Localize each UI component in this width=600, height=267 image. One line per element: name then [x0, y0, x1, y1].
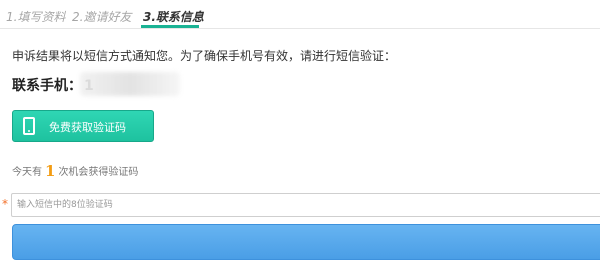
required-asterisk: *	[2, 197, 8, 211]
submit-button[interactable]	[12, 224, 600, 260]
get-sms-code-label: 免费获取验证码	[49, 121, 126, 134]
step-invite-friends[interactable]: 2.邀请好友	[72, 8, 131, 25]
chances-count: 1	[45, 162, 56, 180]
active-step-indicator	[141, 25, 199, 28]
chances-prefix: 今天有	[12, 167, 42, 178]
step-tabs: 1.填写资料 2.邀请好友 3.联系信息	[0, 0, 600, 29]
sms-code-input[interactable]	[11, 193, 600, 217]
mobile-phone-icon	[23, 117, 35, 135]
contact-phone-label: 联系手机：	[12, 78, 82, 94]
sms-notice-text: 申诉结果将以短信方式通知您。为了确保手机号有效，请进行短信验证：	[12, 49, 397, 63]
step-contact-info[interactable]: 3.联系信息	[143, 8, 204, 25]
phone-number-mask	[80, 72, 180, 96]
remaining-chances-text: 今天有 1 次机会获得验证码	[12, 162, 138, 180]
chances-suffix: 次机会获得验证码	[58, 167, 139, 178]
get-sms-code-button[interactable]: 免费获取验证码	[12, 110, 154, 142]
step-fill-info[interactable]: 1.填写资料	[6, 8, 65, 25]
